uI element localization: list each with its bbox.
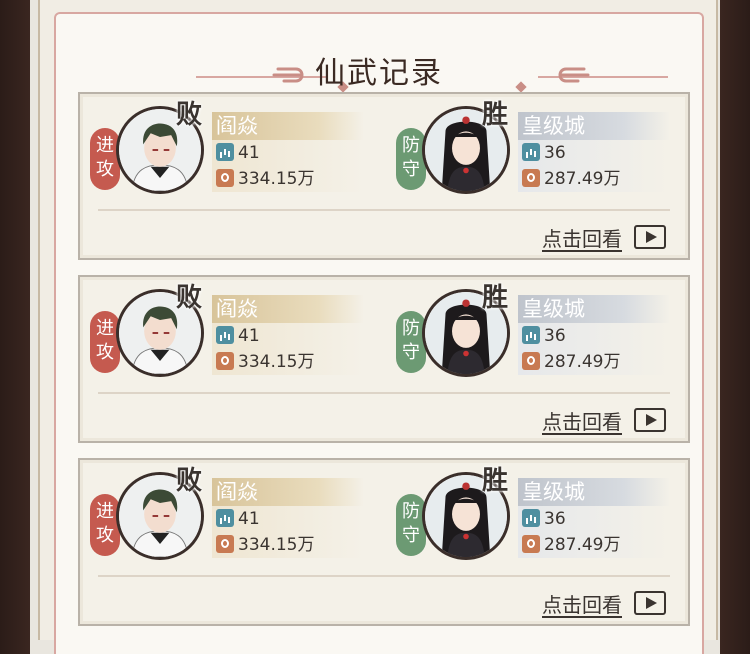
attack-badge: 进攻	[90, 128, 120, 190]
defender-level: 36	[522, 325, 566, 347]
replay-button[interactable]: 点击回看	[542, 405, 666, 435]
defend-badge: 防守	[396, 311, 426, 373]
battle-record-card: 进攻 败 阎焱 41 334.15万 防守 胜 皇级城 36 287.49万 点…	[78, 92, 690, 260]
attacker-name: 阎焱	[212, 295, 364, 323]
attack-badge: 进攻	[90, 311, 120, 373]
level-bars-icon	[216, 143, 234, 161]
attacker-power: 334.15万	[216, 534, 314, 556]
attacker-name: 阎焱	[212, 478, 364, 506]
replay-button[interactable]: 点击回看	[542, 588, 666, 618]
replay-button[interactable]: 点击回看	[542, 222, 666, 252]
defender-power: 287.49万	[522, 168, 620, 190]
defender-level-value: 36	[544, 509, 566, 529]
defender-name: 皇级城	[518, 478, 670, 506]
defender-name: 皇级城	[518, 295, 670, 323]
defend-badge: 防守	[396, 128, 426, 190]
lose-result-label: 败	[176, 466, 203, 496]
battle-record-card: 进攻 败 阎焱 41 334.15万 防守 胜 皇级城 36 287.49万 点…	[78, 458, 690, 626]
level-bars-icon	[216, 326, 234, 344]
defender-power: 287.49万	[522, 351, 620, 373]
attacker-power: 334.15万	[216, 168, 314, 190]
level-bars-icon	[522, 143, 540, 161]
level-bars-icon	[522, 326, 540, 344]
attacker-level-value: 41	[238, 326, 260, 346]
attacker-level-value: 41	[238, 509, 260, 529]
attacker-power: 334.15万	[216, 351, 314, 373]
win-result-label: 胜	[482, 100, 509, 130]
power-icon	[522, 352, 540, 370]
play-icon	[634, 591, 666, 615]
play-icon	[634, 408, 666, 432]
replay-label: 点击回看	[542, 592, 622, 617]
defend-badge: 防守	[396, 494, 426, 556]
defender-power-value: 287.49万	[544, 352, 621, 372]
defender-level: 36	[522, 508, 566, 530]
play-icon	[634, 225, 666, 249]
card-divider	[98, 209, 670, 211]
replay-label: 点击回看	[542, 226, 622, 251]
defender-name: 皇级城	[518, 112, 670, 140]
attacker-level-value: 41	[238, 143, 260, 163]
win-result-label: 胜	[482, 466, 509, 496]
attacker-level: 41	[216, 508, 260, 530]
defender-level-value: 36	[544, 326, 566, 346]
power-icon	[216, 535, 234, 553]
attacker-power-value: 334.15万	[238, 535, 315, 555]
card-divider	[98, 392, 670, 394]
level-bars-icon	[216, 509, 234, 527]
battle-record-card: 进攻 败 阎焱 41 334.15万 防守 胜 皇级城 36 287.49万 点…	[78, 275, 690, 443]
defender-power-value: 287.49万	[544, 169, 621, 189]
level-bars-icon	[522, 509, 540, 527]
power-icon	[522, 535, 540, 553]
defender-power-value: 287.49万	[544, 535, 621, 555]
lose-result-label: 败	[176, 100, 203, 130]
power-icon	[216, 169, 234, 187]
attacker-level: 41	[216, 325, 260, 347]
attacker-level: 41	[216, 142, 260, 164]
attacker-name: 阎焱	[212, 112, 364, 140]
defender-level: 36	[522, 142, 566, 164]
lose-result-label: 败	[176, 283, 203, 313]
defender-level-value: 36	[544, 143, 566, 163]
attacker-power-value: 334.15万	[238, 169, 315, 189]
win-result-label: 胜	[482, 283, 509, 313]
replay-label: 点击回看	[542, 409, 622, 434]
attack-badge: 进攻	[90, 494, 120, 556]
card-divider	[98, 575, 670, 577]
defender-power: 287.49万	[522, 534, 620, 556]
title-row: 仙武记录	[56, 38, 702, 93]
power-icon	[216, 352, 234, 370]
cloud-ornament-right-icon	[558, 67, 590, 83]
attacker-power-value: 334.15万	[238, 352, 315, 372]
power-icon	[522, 169, 540, 187]
page-title: 仙武记录	[315, 56, 443, 91]
